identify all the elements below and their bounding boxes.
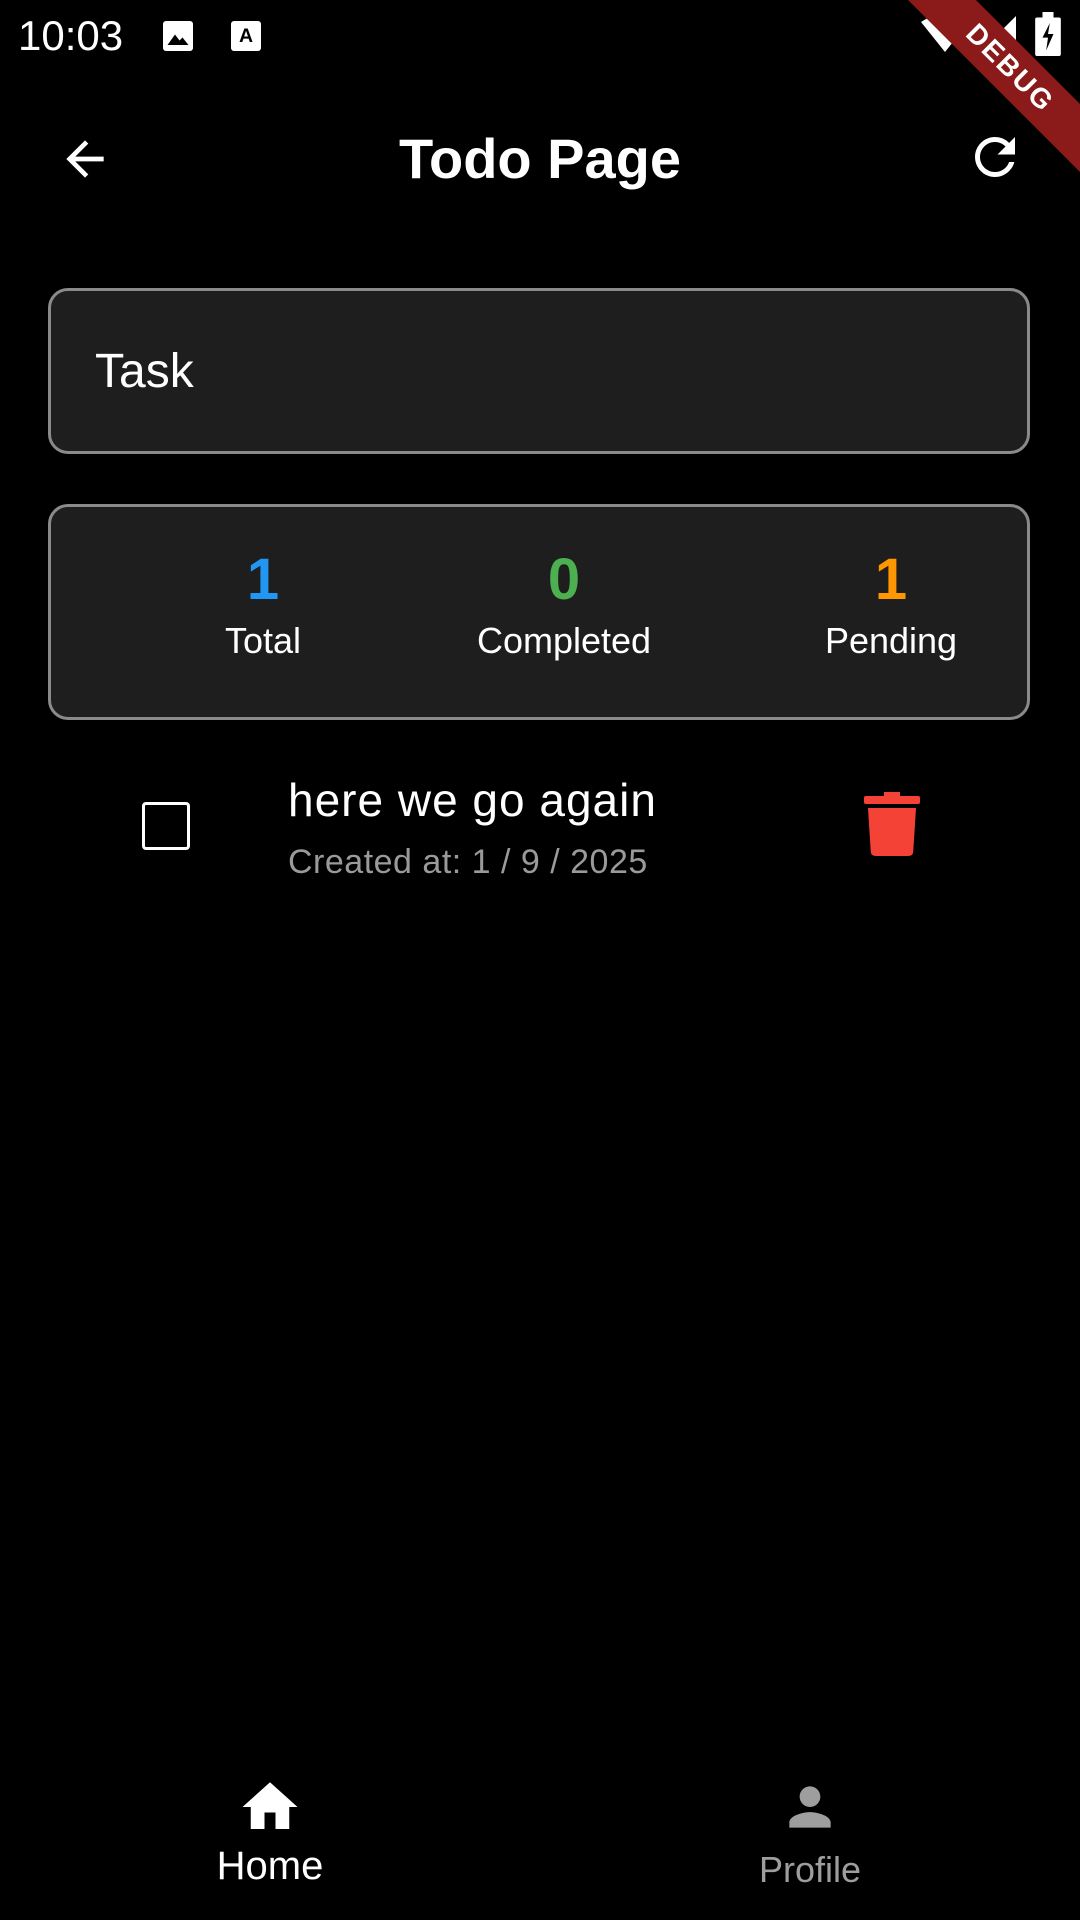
screen: 10:03 A DEBUG Todo Page Task 1 Total 0 C… (0, 0, 1080, 1920)
person-icon (660, 1772, 960, 1842)
stat-completed-value: 0 (547, 547, 581, 612)
stat-total-label: Total (224, 620, 302, 661)
refresh-icon (965, 127, 1025, 192)
trash-icon (864, 791, 920, 861)
delete-button[interactable] (862, 791, 922, 856)
bottom-navigation: Home Profile (0, 1740, 1080, 1920)
todo-checkbox[interactable] (142, 802, 190, 850)
keyboard-icon: A (228, 18, 264, 59)
svg-text:A: A (239, 25, 253, 47)
page-title: Todo Page (398, 127, 682, 190)
refresh-button[interactable] (960, 124, 1030, 194)
task-input[interactable] (95, 291, 995, 451)
app-bar: Todo Page (0, 96, 1080, 220)
battery-charging-icon (1034, 12, 1062, 61)
todo-created-date: Created at: 1 / 9 / 2025 (288, 843, 648, 881)
todo-item[interactable]: here we go again Created at: 1 / 9 / 202… (48, 760, 1030, 900)
stat-pending-label: Pending (824, 620, 958, 661)
home-icon (120, 1772, 420, 1842)
stat-total-value: 1 (246, 547, 280, 612)
nav-profile-label: Profile (758, 1849, 862, 1890)
stat-pending-value: 1 (874, 547, 908, 612)
stat-total: 1 Total (113, 547, 413, 663)
nav-home[interactable]: Home (120, 1772, 420, 1890)
stat-completed-label: Completed (476, 620, 652, 661)
stat-pending: 1 Pending (741, 547, 1041, 663)
stat-completed: 0 Completed (414, 547, 714, 663)
nav-profile[interactable]: Profile (660, 1772, 960, 1894)
nav-home-label: Home (216, 1844, 324, 1888)
stats-card: 1 Total 0 Completed 1 Pending (48, 504, 1030, 720)
todo-title: here we go again (288, 774, 657, 826)
image-icon (160, 18, 196, 59)
task-input-container[interactable] (48, 288, 1030, 454)
status-time: 10:03 (18, 12, 124, 59)
